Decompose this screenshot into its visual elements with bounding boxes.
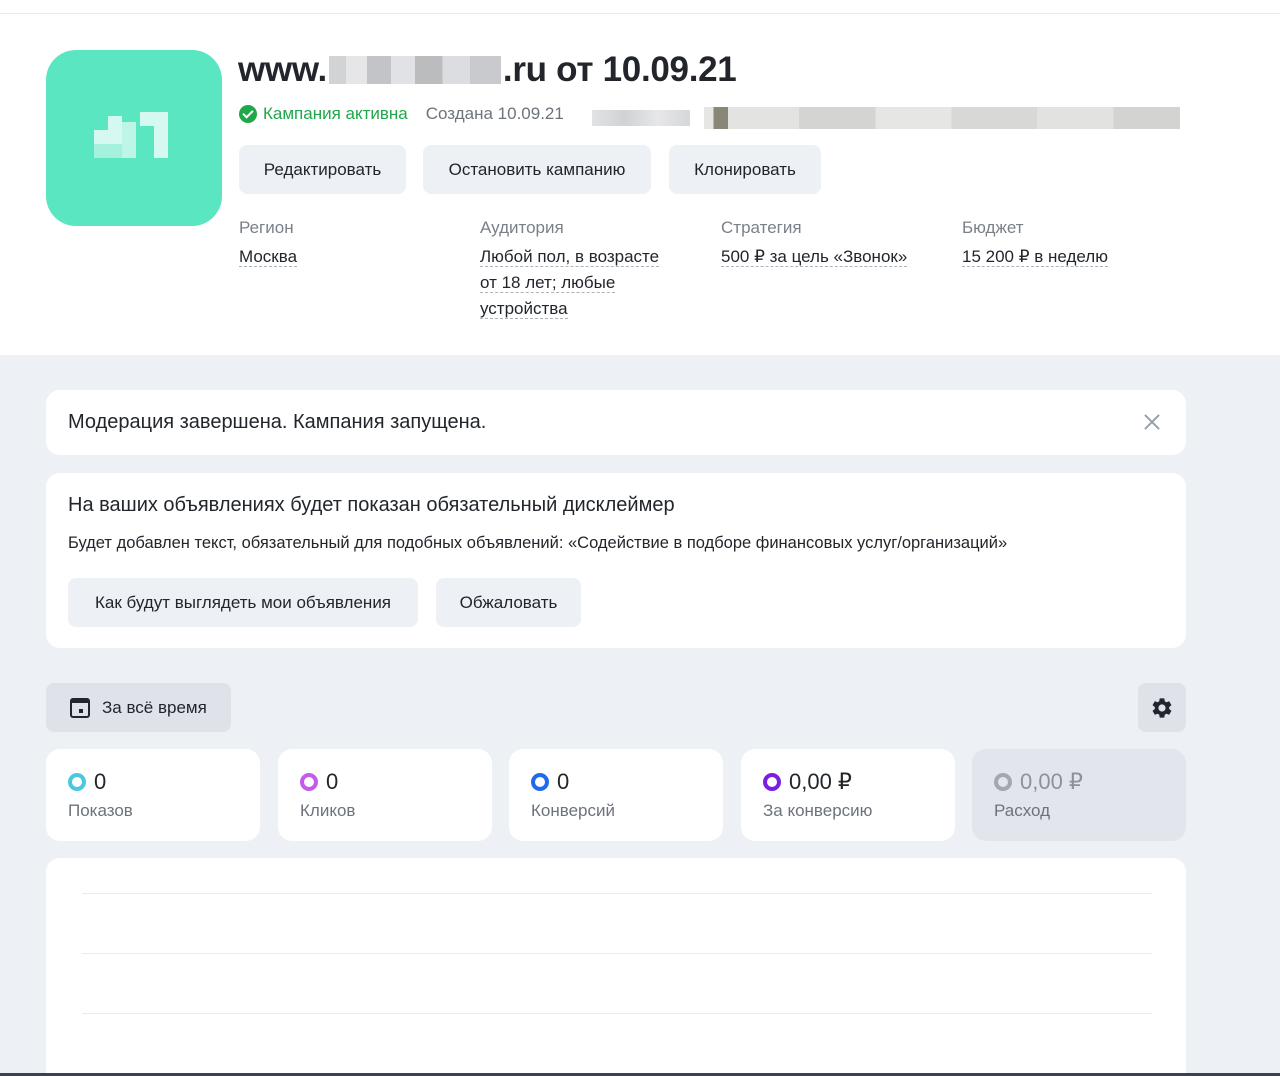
- audience-label: Аудитория: [480, 218, 564, 237]
- strategy-label: Стратегия: [721, 218, 802, 237]
- clone-button[interactable]: Клонировать: [669, 145, 821, 194]
- blurred-id: [592, 110, 690, 126]
- chart-gridline: [82, 1013, 1152, 1014]
- calendar-icon: [70, 697, 90, 718]
- conversions-label: Конверсий: [531, 801, 615, 820]
- cost-per-conversion-value: 0,00 ₽: [789, 769, 852, 794]
- blurred-info: [704, 107, 1180, 129]
- preview-ads-button[interactable]: Как будут выглядеть мои объявления: [68, 578, 418, 627]
- clicks-label: Кликов: [300, 801, 356, 820]
- appeal-button[interactable]: Обжаловать: [436, 578, 581, 627]
- disclaimer-card: На ваших объявлениях будет показан обяза…: [46, 473, 1186, 648]
- conversions-ring-icon: [531, 773, 549, 791]
- audience-line-3[interactable]: устройства: [480, 299, 568, 319]
- region-label: Регион: [239, 218, 294, 237]
- clicks-value: 0: [326, 769, 339, 794]
- audience-value[interactable]: Любой пол, в возрасте от 18 лет; любые у…: [480, 244, 680, 322]
- stats-chart: [46, 858, 1186, 1076]
- disclaimer-title: На ваших объявлениях будет показан обяза…: [68, 494, 675, 516]
- clicks-ring-icon: [300, 773, 318, 791]
- top-bar: [0, 0, 1280, 14]
- title-prefix: www.: [238, 50, 327, 89]
- logo-mark-icon: [94, 112, 174, 158]
- moderation-text: Модерация завершена. Кампания запущена.: [68, 411, 487, 433]
- strategy-link[interactable]: 500 ₽ за цель «Звонок»: [721, 247, 908, 267]
- audience-line-2[interactable]: от 18 лет; любые: [480, 273, 616, 293]
- settings-button[interactable]: [1138, 683, 1186, 732]
- campaign-logo: [46, 50, 222, 226]
- region-link[interactable]: Москва: [239, 247, 298, 267]
- conversions-value: 0: [557, 769, 570, 794]
- blurred-domain: [328, 56, 501, 84]
- audience-line-1[interactable]: Любой пол, в возрасте: [480, 247, 660, 267]
- created-date: Создана 10.09.21: [425, 104, 564, 123]
- impressions-label: Показов: [68, 801, 133, 820]
- region-value[interactable]: Москва: [239, 244, 439, 270]
- metric-clicks[interactable]: 0 Кликов: [278, 749, 492, 841]
- moderation-notice: Модерация завершена. Кампания запущена.: [46, 390, 1186, 455]
- spend-ring-icon: [994, 773, 1012, 791]
- spend-label: Расход: [994, 801, 1051, 820]
- close-icon[interactable]: [1144, 414, 1160, 430]
- check-circle-icon: [239, 105, 257, 123]
- budget-block: Бюджет 15 200 ₽ в неделю: [962, 218, 1162, 270]
- title-suffix: .ru от 10.09.21: [502, 50, 737, 89]
- chart-gridline: [82, 953, 1152, 954]
- metric-conversions[interactable]: 0 Конверсий: [509, 749, 723, 841]
- chart-gridline: [82, 893, 1152, 894]
- audience-block: Аудитория Любой пол, в возрасте от 18 ле…: [480, 218, 680, 322]
- gear-icon: [1152, 697, 1172, 718]
- cost-per-conversion-label: За конверсию: [763, 801, 873, 820]
- strategy-block: Стратегия 500 ₽ за цель «Звонок»: [721, 218, 921, 270]
- disclaimer-text: Будет добавлен текст, обязательный для п…: [68, 534, 1008, 552]
- spend-value: 0,00 ₽: [1020, 769, 1083, 794]
- campaign-title: www. .ru от 10.09.21: [238, 50, 737, 90]
- metric-cost-per-conversion[interactable]: 0,00 ₽ За конверсию: [741, 749, 955, 841]
- cost-per-conversion-ring-icon: [763, 773, 781, 791]
- period-label: За всё время: [102, 697, 207, 717]
- budget-value[interactable]: 15 200 ₽ в неделю: [962, 244, 1162, 270]
- status-row: Кампания активна Создана 10.09.21: [239, 104, 564, 124]
- edit-button[interactable]: Редактировать: [239, 145, 406, 194]
- impressions-value: 0: [94, 769, 107, 794]
- stop-campaign-button[interactable]: Остановить кампанию: [423, 145, 651, 194]
- status-badge: Кампания активна: [263, 104, 408, 123]
- campaign-header: www. .ru от 10.09.21 Кампания активна Со…: [0, 14, 1280, 355]
- region-block: Регион Москва: [239, 218, 439, 270]
- metric-impressions[interactable]: 0 Показов: [46, 749, 260, 841]
- budget-label: Бюджет: [962, 218, 1024, 237]
- period-selector[interactable]: За всё время: [46, 683, 231, 732]
- budget-link[interactable]: 15 200 ₽ в неделю: [962, 247, 1108, 267]
- impressions-ring-icon: [68, 773, 86, 791]
- metric-spend[interactable]: 0,00 ₽ Расход: [972, 749, 1186, 841]
- strategy-value[interactable]: 500 ₽ за цель «Звонок»: [721, 244, 921, 270]
